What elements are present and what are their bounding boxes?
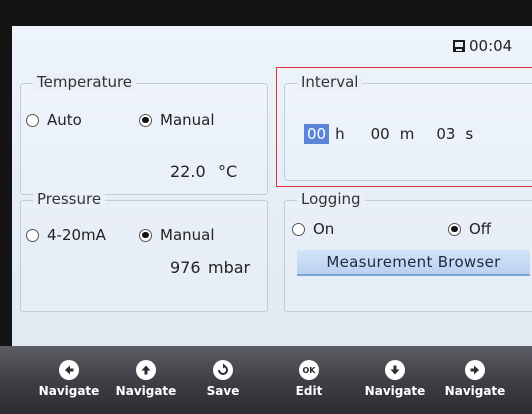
temperature-auto-option[interactable]: Auto xyxy=(26,111,82,129)
radio-selected-icon[interactable] xyxy=(139,113,152,127)
save-label: Save xyxy=(206,384,240,398)
save-icon xyxy=(213,360,233,380)
navigate-up-label: Navigate xyxy=(115,384,177,398)
interval-minutes[interactable]: 00 xyxy=(371,125,390,143)
save-button[interactable]: Save xyxy=(193,346,253,414)
pressure-unit: mbar xyxy=(208,258,251,277)
status-time: 00:04 xyxy=(469,37,513,55)
status-bar: 00:04 xyxy=(12,26,532,62)
navigate-left-button[interactable]: Navigate xyxy=(34,346,104,414)
radio-icon[interactable] xyxy=(26,228,39,242)
logging-on-label: On xyxy=(313,220,335,238)
pressure-value[interactable]: 976 xyxy=(170,258,201,277)
arrow-up-icon xyxy=(136,360,156,380)
memory-card-icon xyxy=(453,40,465,52)
radio-icon[interactable] xyxy=(292,222,305,236)
arrow-right-icon xyxy=(465,360,485,380)
temperature-manual-option[interactable]: Manual xyxy=(139,111,215,129)
logging-title: Logging xyxy=(297,190,365,208)
interval-seconds[interactable]: 03 xyxy=(436,125,455,143)
navigate-right-label: Navigate xyxy=(444,384,506,398)
radio-selected-icon[interactable] xyxy=(448,222,461,236)
pressure-4-20ma-option[interactable]: 4-20mA xyxy=(26,226,106,244)
interval-time-row[interactable]: 00 h 00 m 03 s xyxy=(304,124,473,144)
temperature-unit: °C xyxy=(218,162,238,181)
ok-icon: OK xyxy=(299,360,319,380)
pressure-4-20ma-label: 4-20mA xyxy=(47,226,106,244)
logging-off-label: Off xyxy=(469,220,492,238)
logging-off-option[interactable]: Off xyxy=(448,220,491,238)
temperature-auto-label: Auto xyxy=(47,111,82,129)
ok-glyph: OK xyxy=(302,365,316,375)
radio-selected-icon[interactable] xyxy=(139,228,152,242)
arrow-left-icon xyxy=(59,360,79,380)
pressure-title: Pressure xyxy=(33,190,106,208)
navigate-down-button[interactable]: Navigate xyxy=(357,346,433,414)
interval-hours-unit: h xyxy=(335,125,345,143)
edit-label: Edit xyxy=(295,384,323,398)
navigate-right-button[interactable]: Navigate xyxy=(437,346,513,414)
softkey-bar: Navigate Navigate Save OK Edit Navigate … xyxy=(0,346,532,414)
temperature-value[interactable]: 22.0 xyxy=(170,162,206,181)
interval-hours[interactable]: 00 xyxy=(304,124,330,144)
measurement-browser-label: Measurement Browser xyxy=(326,253,501,271)
logging-on-option[interactable]: On xyxy=(292,220,334,238)
pressure-manual-option[interactable]: Manual xyxy=(139,226,215,244)
navigate-left-label: Navigate xyxy=(38,384,100,398)
pressure-group: Pressure xyxy=(20,190,268,312)
interval-seconds-unit: s xyxy=(465,125,474,143)
temperature-title: Temperature xyxy=(33,73,137,91)
navigate-down-label: Navigate xyxy=(364,384,426,398)
pressure-manual-label: Manual xyxy=(160,226,215,244)
navigate-up-button[interactable]: Navigate xyxy=(111,346,181,414)
interval-minutes-unit: m xyxy=(399,125,415,143)
temperature-manual-label: Manual xyxy=(160,111,215,129)
arrow-down-icon xyxy=(385,360,405,380)
radio-icon[interactable] xyxy=(26,113,39,127)
edit-button[interactable]: OK Edit xyxy=(284,346,334,414)
measurement-browser-button[interactable]: Measurement Browser xyxy=(297,250,530,276)
